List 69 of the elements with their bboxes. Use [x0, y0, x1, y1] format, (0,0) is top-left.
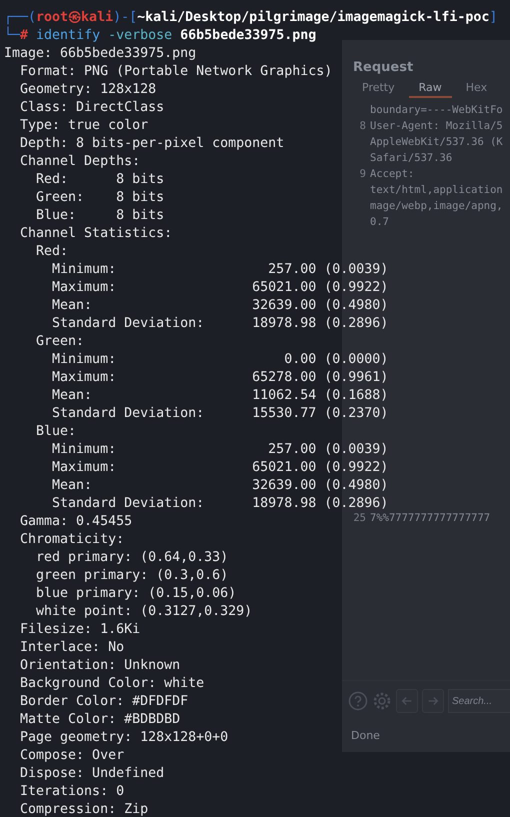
output-line: Green: [35, 333, 84, 351]
tab[interactable]: Pretty [352, 79, 405, 98]
output-line: Depth: 8 bits-per-pixel component [19, 135, 284, 153]
output-line: Dispose: Undefined [19, 765, 164, 783]
output-line: white point: (0.3127,0.329) [35, 603, 252, 621]
output-line: Format: PNG (Portable Network Graphics) [19, 63, 332, 81]
command-line: └─# identify -verbose 66b5bede33975.png [4, 27, 316, 45]
output-line: Mean: 32639.00 (0.4980) [51, 297, 388, 315]
line-number: 25 [352, 511, 366, 526]
code-line: 7%%7777777777777777 [370, 511, 490, 526]
output-line: green primary: (0.3,0.6) [35, 567, 228, 585]
code-line: AppleWebKit/537.36 (K [370, 135, 503, 150]
output-line: Maximum: 65021.00 (0.9922) [51, 279, 388, 297]
output-line: Minimum: 257.00 (0.0039) [51, 261, 388, 279]
code-line: text/html,application [370, 183, 503, 198]
back-button[interactable] [396, 689, 418, 713]
output-line: Gamma: 0.45455 [19, 513, 132, 531]
output-line: Border Color: #DFDFDF [19, 693, 188, 711]
tab[interactable]: Hex [456, 79, 498, 98]
line-number: 8 [358, 119, 366, 134]
output-line: Orientation: Unknown [19, 657, 180, 675]
output-line: Page geometry: 128x128+0+0 [19, 729, 228, 747]
output-line: Compression: Zip [19, 801, 148, 817]
output-line: Interlace: No [19, 639, 124, 657]
output-line: Matte Color: #BDBDBD [19, 711, 180, 729]
status-text: Done [350, 728, 380, 744]
help-icon[interactable] [348, 691, 368, 711]
code-line: 0.7 [370, 215, 389, 230]
output-line: Blue: 8 bits [35, 207, 164, 225]
settings-icon[interactable] [372, 691, 392, 711]
output-line: Chromaticity: [19, 531, 124, 549]
output-line: Blue: [35, 423, 76, 441]
output-line: Minimum: 257.00 (0.0039) [51, 441, 388, 459]
prompt-line: ┌──(root㉿kali)-[~kali/Desktop/pilgrimage/imagemagick-lfi-poc] [4, 9, 498, 26]
output-line: Standard Deviation: 15530.77 (0.2370) [51, 405, 388, 423]
output-line: Channel Depths: [19, 153, 140, 171]
code-line: mage/webp,image/apng, [370, 199, 503, 214]
output-line: Red: [35, 243, 68, 261]
output-line: Standard Deviation: 18978.98 (0.2896) [51, 315, 388, 333]
output-line: red primary: (0.64,0.33) [35, 549, 228, 567]
output-line: Green: 8 bits [35, 189, 164, 207]
output-line: Minimum: 0.00 (0.0000) [51, 351, 388, 369]
output-line: Maximum: 65021.00 (0.9922) [51, 459, 388, 477]
left-arrow-icon [400, 694, 414, 708]
code-line: User-Agent: Mozilla/5 [370, 119, 503, 134]
output-line: Class: DirectClass [19, 99, 164, 117]
output-line: Maximum: 65278.00 (0.9961) [51, 369, 388, 387]
code-line: boundary=----WebKitFo [370, 103, 503, 118]
right-arrow-icon [426, 694, 440, 708]
tab[interactable]: Raw [408, 79, 452, 98]
output-line: Channel Statistics: [19, 225, 172, 243]
panel-title: Request [352, 59, 414, 75]
line-number: 9 [358, 167, 366, 182]
code-line: Safari/537.36 [370, 151, 452, 166]
output-line: Compose: Over [19, 747, 124, 765]
output-line: Type: true color [19, 117, 148, 135]
output-line: Standard Deviation: 18978.98 (0.2896) [51, 495, 388, 513]
output-line: Red: 8 bits [35, 171, 164, 189]
code-line: Accept: [370, 167, 414, 182]
search-field[interactable]: Search... [448, 689, 510, 713]
output-line: Iterations: 0 [19, 783, 124, 801]
output-line: Mean: 32639.00 (0.4980) [51, 477, 388, 495]
output-line: blue primary: (0.15,0.06) [35, 585, 236, 603]
output-line: Mean: 11062.54 (0.1688) [51, 387, 388, 405]
output-line: Background Color: white [19, 675, 204, 693]
output-line: Geometry: 128x128 [19, 81, 156, 99]
output-line: Image: 66b5bede33975.png [4, 45, 196, 63]
output-line: Filesize: 1.6Ki [19, 621, 140, 639]
forward-button[interactable] [422, 689, 444, 713]
